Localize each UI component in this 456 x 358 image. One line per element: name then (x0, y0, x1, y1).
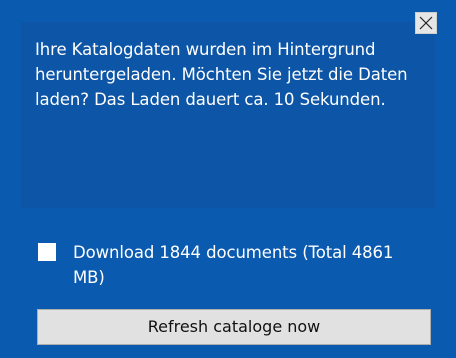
close-button[interactable] (415, 12, 437, 34)
message-box: Ihre Katalogdaten wurden im Hintergrund … (21, 22, 435, 208)
message-text: Ihre Katalogdaten wurden im Hintergrund … (35, 40, 408, 109)
download-checkbox-label[interactable]: Download 1844 documents (Total 4861 MB) (73, 240, 413, 290)
catalog-download-notification: Ihre Katalogdaten wurden im Hintergrund … (0, 0, 456, 358)
refresh-catalog-button[interactable]: Refresh cataloge now (37, 309, 431, 345)
close-icon (419, 16, 433, 30)
download-checkbox[interactable] (38, 243, 56, 261)
